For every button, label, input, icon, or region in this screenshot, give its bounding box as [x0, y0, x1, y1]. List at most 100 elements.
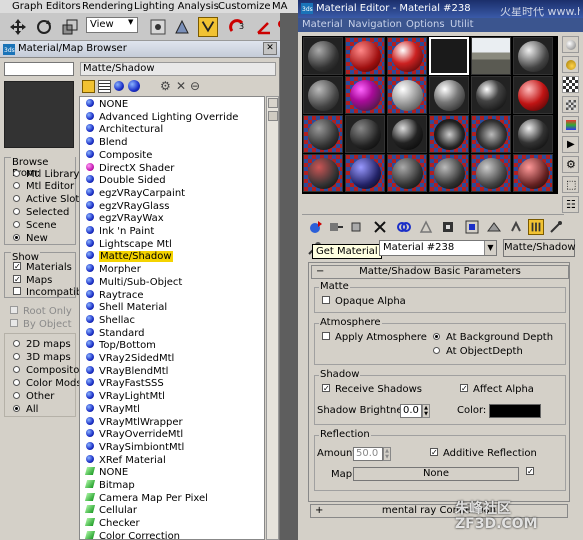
material-list-item[interactable]: XRef Material: [86, 454, 166, 468]
filter-all[interactable]: All: [13, 404, 38, 415]
select-manipulate-icon[interactable]: [172, 17, 192, 37]
magnet-snap-icon[interactable]: [198, 17, 218, 37]
receive-shadows-checkbox[interactable]: ✓ Receive Shadows: [322, 384, 422, 395]
chevron-down-icon[interactable]: ▼: [484, 241, 496, 255]
sample-slot[interactable]: [303, 115, 343, 153]
sample-slot[interactable]: [387, 37, 427, 75]
material-list-item[interactable]: Advanced Lighting Override: [86, 111, 238, 125]
sample-slot[interactable]: [471, 76, 511, 114]
sample-slot[interactable]: [513, 37, 553, 75]
material-list-item[interactable]: VRayMtl: [86, 403, 140, 417]
material-list-item[interactable]: Composite: [86, 149, 152, 163]
sample-slot[interactable]: [471, 154, 511, 192]
close-icon[interactable]: ✕: [263, 42, 277, 55]
material-list-item[interactable]: VRayOverrideMtl: [86, 429, 183, 442]
sample-slot[interactable]: [387, 115, 427, 153]
material-list-item[interactable]: Double Sided: [86, 175, 166, 188]
material-type-button[interactable]: Matte/Shadow: [503, 239, 576, 257]
sample-slot[interactable]: [303, 154, 343, 192]
sample-slot[interactable]: [429, 115, 469, 153]
opaque-alpha-checkbox[interactable]: Opaque Alpha: [322, 296, 406, 307]
material-list-item[interactable]: Multi/Sub-Object: [86, 276, 182, 290]
put-to-library-icon[interactable]: [418, 219, 434, 235]
view-small-icons-icon[interactable]: [114, 81, 124, 91]
sample-slot[interactable]: [345, 154, 385, 192]
material-list-item[interactable]: VRayBlendMtl: [86, 365, 168, 379]
browse-active-slot[interactable]: Active Slot: [13, 194, 79, 205]
sample-slot[interactable]: [387, 154, 427, 192]
material-list-item[interactable]: Raytrace: [86, 289, 144, 303]
filter-compositors[interactable]: Compositors: [13, 365, 89, 376]
sample-slot[interactable]: [513, 154, 553, 192]
reflection-map-enable-checkbox[interactable]: ✓: [526, 467, 539, 478]
background-icon[interactable]: [562, 76, 579, 93]
clear-library-icon[interactable]: ⊖: [190, 79, 200, 93]
options-icon[interactable]: ⚙: [562, 156, 579, 173]
snaps-toggle-icon[interactable]: 3: [228, 17, 248, 37]
sample-slot[interactable]: [513, 76, 553, 114]
menu-maxscript[interactable]: MA: [272, 0, 287, 13]
menu-navigation[interactable]: Navigation: [348, 19, 402, 30]
menu-customize[interactable]: Customize: [218, 0, 271, 13]
spinner-arrows-icon[interactable]: ▲ ▼: [422, 404, 430, 418]
material-list-item[interactable]: Shellac: [86, 314, 135, 328]
filter-2d-maps[interactable]: 2D maps: [13, 339, 71, 350]
material-list-item[interactable]: Matte/Shadow: [86, 251, 173, 264]
sample-slot[interactable]: [303, 37, 343, 75]
browse-new[interactable]: New: [13, 233, 48, 244]
browse-selected[interactable]: Selected: [13, 207, 69, 218]
material-list-item[interactable]: VRayFastSSS: [86, 378, 164, 391]
sample-slot[interactable]: [471, 37, 511, 75]
sample-slot[interactable]: [471, 115, 511, 153]
filter-3d-maps[interactable]: 3D maps: [13, 352, 71, 363]
browse-scene[interactable]: Scene: [13, 220, 57, 231]
map-list-item[interactable]: Bitmap: [84, 480, 135, 493]
rollout-header[interactable]: − Matte/Shadow Basic Parameters: [311, 265, 569, 279]
sample-uv-tiling-icon[interactable]: [562, 96, 579, 113]
reset-map-icon[interactable]: [372, 219, 388, 235]
go-to-parent-icon[interactable]: [508, 219, 524, 235]
material-list-item[interactable]: Architectural: [86, 124, 163, 137]
map-list-item[interactable]: Checker: [84, 518, 140, 531]
material-list-item[interactable]: Blend: [86, 137, 127, 150]
material-list-item[interactable]: egzVRayCarpaint: [86, 187, 185, 201]
material-list-item[interactable]: Lightscape Mtl: [86, 238, 172, 252]
material-list-scrollbar[interactable]: [266, 96, 279, 540]
at-background-depth-radio[interactable]: At Background Depth: [433, 332, 553, 343]
sample-slot[interactable]: [429, 154, 469, 192]
filter-other[interactable]: Other: [13, 391, 54, 402]
material-list-item[interactable]: VRaySimbiontMtl: [86, 441, 184, 455]
map-list-item[interactable]: Color Correction: [84, 530, 180, 539]
material-list-item[interactable]: Morpher: [86, 264, 141, 277]
pivot-icon[interactable]: [148, 17, 168, 37]
sample-slot[interactable]: [303, 76, 343, 114]
map-list-item[interactable]: NONE: [84, 467, 128, 480]
backlight-icon[interactable]: [562, 56, 579, 73]
select-by-material-icon[interactable]: ⬚: [562, 176, 579, 193]
material-name-dropdown[interactable]: Material #238 ▼: [379, 240, 497, 256]
affect-alpha-checkbox[interactable]: ✓ Affect Alpha: [460, 384, 534, 395]
menu-utilities[interactable]: Utilit: [450, 19, 474, 30]
menu-options[interactable]: Options: [406, 19, 445, 30]
view-large-icons-icon[interactable]: [128, 80, 140, 92]
material-list-item[interactable]: VRay2SidedMtl: [86, 353, 174, 366]
go-forward-to-sibling-icon[interactable]: [528, 219, 544, 235]
material-effects-channel-icon[interactable]: [440, 219, 456, 235]
material-list-item[interactable]: DirectX Shader: [86, 162, 174, 176]
sample-slot[interactable]: [345, 76, 385, 114]
material-list-item[interactable]: VRayLightMtl: [86, 391, 165, 404]
rotate-icon[interactable]: [34, 17, 54, 37]
material-navigator-icon[interactable]: ☷: [562, 196, 579, 213]
scale-icon[interactable]: [60, 17, 80, 37]
material-list-item[interactable]: Ink 'n Paint: [86, 226, 154, 239]
material-list-item[interactable]: egzVRayGlass: [86, 200, 169, 214]
chevron-down-icon[interactable]: ▼: [128, 18, 133, 26]
show-materials-checkbox[interactable]: ✓ Materials: [13, 262, 72, 273]
browse-mtl-editor[interactable]: Mtl Editor: [13, 181, 74, 192]
sample-slot[interactable]: [345, 37, 385, 75]
material-name-input[interactable]: [4, 62, 74, 76]
map-list-item[interactable]: Camera Map Per Pixel: [84, 492, 208, 506]
sample-slot[interactable]: [513, 115, 553, 153]
reflection-amount-spinner[interactable]: 50.0 ▲ ▼: [353, 447, 391, 461]
make-unique-icon[interactable]: [396, 219, 412, 235]
